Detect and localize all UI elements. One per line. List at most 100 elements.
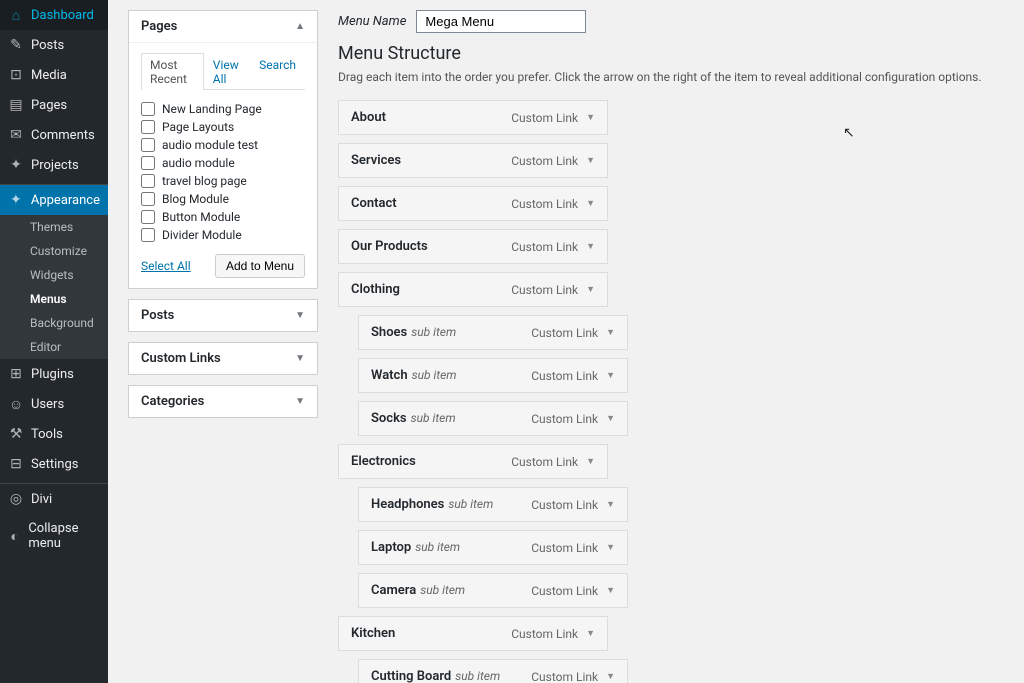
menu-item-type: Custom Link ▼ [531, 541, 615, 555]
posts-header[interactable]: Posts ▼ [129, 300, 317, 331]
chevron-down-icon[interactable]: ▼ [606, 542, 615, 553]
menu-item-title: Socks [371, 411, 407, 426]
submenu-item-themes[interactable]: Themes [0, 215, 108, 239]
chevron-down-icon[interactable]: ▼ [586, 456, 595, 467]
checklist-item[interactable]: Button Module [141, 208, 305, 226]
sidebar-item-appearance[interactable]: ✦ Appearance [0, 185, 108, 215]
chevron-down-icon[interactable]: ▼ [586, 112, 595, 123]
chevron-down-icon[interactable]: ▼ [606, 585, 615, 596]
categories-title: Categories [141, 394, 204, 409]
sidebar-item-pages[interactable]: ▤Pages [0, 90, 108, 120]
sidebar-label: Divi [31, 492, 52, 507]
expand-icon: ▼ [295, 353, 305, 364]
sidebar-item-media[interactable]: ⊡Media [0, 60, 108, 90]
projects-icon: ✦ [8, 157, 24, 173]
page-checkbox[interactable] [141, 174, 155, 188]
chevron-down-icon[interactable]: ▼ [586, 198, 595, 209]
page-checkbox[interactable] [141, 102, 155, 116]
sidebar-item-tools[interactable]: ⚒Tools [0, 419, 108, 449]
page-checkbox[interactable] [141, 120, 155, 134]
submenu-item-editor[interactable]: Editor [0, 335, 108, 359]
checklist-item[interactable]: Divider Module [141, 226, 305, 244]
page-checkbox[interactable] [141, 228, 155, 242]
categories-header[interactable]: Categories ▼ [129, 386, 317, 417]
pages-header[interactable]: Pages ▲ [129, 11, 317, 43]
chevron-down-icon[interactable]: ▼ [586, 284, 595, 295]
chevron-down-icon[interactable]: ▼ [586, 241, 595, 252]
menu-item-bar[interactable]: AboutCustom Link ▼ [338, 100, 608, 135]
menu-instructions: Drag each item into the order you prefer… [338, 70, 1004, 84]
add-to-menu-button[interactable]: Add to Menu [215, 254, 305, 278]
checklist-item[interactable]: audio module test [141, 136, 305, 154]
sidebar-item-settings[interactable]: ⊟Settings [0, 449, 108, 479]
page-checkbox[interactable] [141, 192, 155, 206]
chevron-down-icon[interactable]: ▼ [586, 155, 595, 166]
menu-item-bar[interactable]: ClothingCustom Link ▼ [338, 272, 608, 307]
menu-item-bar[interactable]: Laptopsub itemCustom Link ▼ [358, 530, 628, 565]
menu-name-input[interactable] [416, 10, 586, 33]
menu-item-bar[interactable]: Cutting Boardsub itemCustom Link ▼ [358, 659, 628, 683]
menu-item-bar[interactable]: Sockssub itemCustom Link ▼ [358, 401, 628, 436]
tab-most-recent[interactable]: Most Recent [141, 53, 204, 90]
settings-icon: ⊟ [8, 456, 24, 472]
checklist-item[interactable]: New Landing Page [141, 100, 305, 118]
menu-item-bar[interactable]: Shoessub itemCustom Link ▼ [358, 315, 628, 350]
sidebar-item-collapse-menu[interactable]: ◐Collapse menu [0, 514, 108, 558]
menu-item-bar[interactable]: Headphonessub itemCustom Link ▼ [358, 487, 628, 522]
sidebar-item-posts[interactable]: ✎Posts [0, 30, 108, 60]
custom-links-header[interactable]: Custom Links ▼ [129, 343, 317, 374]
page-checkbox[interactable] [141, 156, 155, 170]
page-checkbox[interactable] [141, 210, 155, 224]
submenu-item-customize[interactable]: Customize [0, 239, 108, 263]
menu-items-list: AboutCustom Link ▼ServicesCustom Link ▼C… [338, 100, 1004, 683]
menu-item-bar[interactable]: ServicesCustom Link ▼ [338, 143, 608, 178]
submenu-item-menus[interactable]: Menus [0, 287, 108, 311]
menu-item-title: Our Products [351, 239, 428, 254]
chevron-down-icon[interactable]: ▼ [606, 327, 615, 338]
plugins-icon: ⊞ [8, 366, 24, 382]
select-all-link[interactable]: Select All [141, 259, 191, 273]
checklist-item[interactable]: Blog Module [141, 190, 305, 208]
checklist-item[interactable]: audio module [141, 154, 305, 172]
page-checkbox[interactable] [141, 138, 155, 152]
submenu-item-widgets[interactable]: Widgets [0, 263, 108, 287]
custom-links-postbox: Custom Links ▼ [128, 342, 318, 375]
tab-view-all[interactable]: View All [204, 53, 250, 90]
sidebar-item-divi[interactable]: ◎ Divi [0, 484, 108, 514]
menu-item-bar[interactable]: Watchsub itemCustom Link ▼ [358, 358, 628, 393]
sidebar-label: Posts [31, 38, 64, 53]
checklist-item[interactable]: travel blog page [141, 172, 305, 190]
chevron-down-icon[interactable]: ▼ [586, 628, 595, 639]
menu-item-title: Camera [371, 583, 416, 598]
sidebar-item-dashboard[interactable]: ⌂Dashboard [0, 0, 108, 30]
comments-icon: ✉ [8, 127, 24, 143]
sub-item-label: sub item [448, 497, 493, 511]
chevron-down-icon[interactable]: ▼ [606, 499, 615, 510]
tab-search[interactable]: Search [250, 53, 305, 90]
menu-item-bar[interactable]: Camerasub itemCustom Link ▼ [358, 573, 628, 608]
menu-item-title: Kitchen [351, 626, 395, 641]
sidebar-item-users[interactable]: ☺Users [0, 389, 108, 419]
checklist-item[interactable]: Page Layouts [141, 118, 305, 136]
submenu-item-background[interactable]: Background [0, 311, 108, 335]
checklist-label: audio module [162, 156, 235, 170]
checklist-label: Button Module [162, 210, 240, 224]
checklist-label: travel blog page [162, 174, 247, 188]
menu-item-type: Custom Link ▼ [531, 369, 615, 383]
chevron-down-icon[interactable]: ▼ [606, 370, 615, 381]
menu-item-bar[interactable]: Our Products Custom Link ▼ [338, 229, 608, 264]
menu-item-title: Services [351, 153, 401, 168]
menu-item-bar[interactable]: ElectronicsCustom Link ▼ [338, 444, 608, 479]
menu-item-type: Custom Link ▼ [511, 197, 595, 211]
menu-item-bar[interactable]: ContactCustom Link ▼ [338, 186, 608, 221]
sidebar-item-comments[interactable]: ✉Comments [0, 120, 108, 150]
menu-item-bar[interactable]: KitchenCustom Link ▼ [338, 616, 608, 651]
icon: ◎ [8, 491, 24, 507]
sidebar-item-plugins[interactable]: ⊞Plugins [0, 359, 108, 389]
menu-item-type: Custom Link ▼ [511, 240, 595, 254]
sidebar-item-projects[interactable]: ✦Projects [0, 150, 108, 180]
chevron-down-icon[interactable]: ▼ [606, 413, 615, 424]
menu-item-type: Custom Link ▼ [531, 412, 615, 426]
menu-item-title: About [351, 110, 386, 125]
chevron-down-icon[interactable]: ▼ [606, 671, 615, 682]
